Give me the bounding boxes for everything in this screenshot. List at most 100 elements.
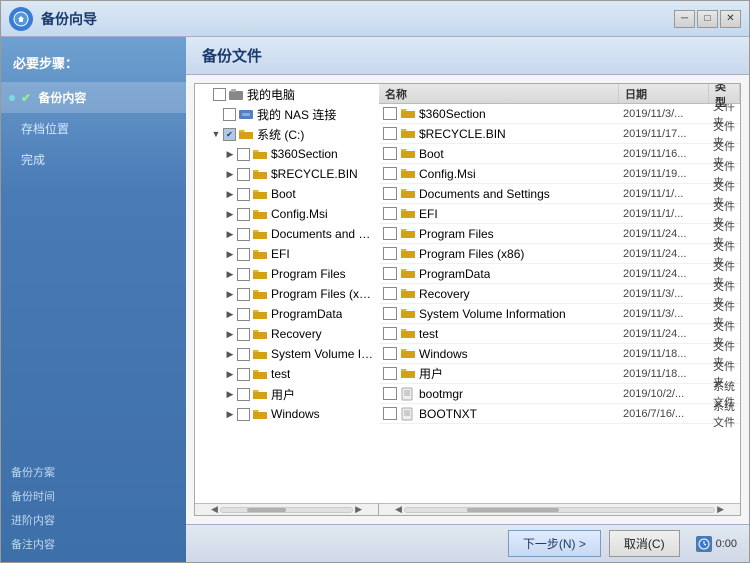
tree-item-recovery[interactable]: ▶Recovery [195, 324, 380, 344]
list-scroll-right-arrow[interactable]: ▶ [715, 504, 726, 515]
close-button[interactable]: ✕ [720, 10, 741, 28]
tree-checkbox[interactable] [237, 188, 250, 201]
expand-icon[interactable]: ▶ [223, 167, 237, 181]
sidebar-item-backup-content[interactable]: ✔ 备份内容 [1, 82, 186, 113]
list-checkbox[interactable] [383, 387, 397, 400]
list-row[interactable]: Documents and Settings2019/11/1/...文件夹 [379, 184, 740, 204]
sidebar-link-advanced[interactable]: 进阶内容 [11, 510, 176, 530]
list-checkbox[interactable] [383, 407, 397, 420]
maximize-button[interactable]: □ [697, 10, 718, 28]
expand-icon[interactable]: ▶ [223, 327, 237, 341]
tree-checkbox[interactable] [223, 108, 236, 121]
list-checkbox[interactable] [383, 227, 397, 240]
tree-checkbox[interactable] [237, 148, 250, 161]
expand-icon[interactable]: ▶ [223, 387, 237, 401]
tree-hscroll[interactable]: ◀ ▶ [195, 503, 378, 515]
expand-icon[interactable]: ▶ [223, 227, 237, 241]
expand-icon[interactable]: ▶ [223, 187, 237, 201]
tree-item-program-files-x86[interactable]: ▶Program Files (x86... [195, 284, 380, 304]
tree-item-nas[interactable]: 我的 NAS 连接 [195, 104, 380, 124]
list-checkbox[interactable] [383, 307, 397, 320]
sidebar-link-backup-time[interactable]: 备份时间 [11, 486, 176, 506]
list-checkbox[interactable] [383, 187, 397, 200]
tree-item-360section[interactable]: ▶$360Section [195, 144, 380, 164]
tree-item-windows[interactable]: ▶Windows [195, 404, 380, 424]
list-row[interactable]: Boot2019/11/16...文件夹 [379, 144, 740, 164]
tree-item-documents[interactable]: ▶Documents and Se... [195, 224, 380, 244]
list-checkbox[interactable] [383, 207, 397, 220]
list-checkbox[interactable] [383, 147, 397, 160]
list-checkbox[interactable] [383, 347, 397, 360]
list-row[interactable]: Config.Msi2019/11/19...文件夹 [379, 164, 740, 184]
tree-checkbox[interactable] [237, 208, 250, 221]
tree-item-system-volume[interactable]: ▶System Volume Infor... [195, 344, 380, 364]
expand-icon[interactable] [209, 107, 223, 121]
expand-icon[interactable]: ▶ [223, 407, 237, 421]
sidebar-link-backup-scheme[interactable]: 备份方案 [11, 462, 176, 482]
tree-item-efi[interactable]: ▶EFI [195, 244, 380, 264]
list-row[interactable]: $360Section2019/11/3/...文件夹 [379, 104, 740, 124]
list-row[interactable]: Recovery2019/11/3/...文件夹 [379, 284, 740, 304]
list-checkbox[interactable] [383, 267, 397, 280]
list-row[interactable]: BOOTNXT2016/7/16/...系统文件 [379, 404, 740, 424]
list-scroll-track[interactable] [404, 507, 715, 513]
expand-icon[interactable] [199, 87, 213, 101]
tree-item-recycle[interactable]: ▶$RECYCLE.BIN [195, 164, 380, 184]
expand-icon[interactable]: ▶ [223, 367, 237, 381]
list-row[interactable]: Program Files2019/11/24...文件夹 [379, 224, 740, 244]
scroll-right-arrow[interactable]: ▶ [353, 504, 364, 515]
list-row[interactable]: System Volume Information2019/11/3/...文件… [379, 304, 740, 324]
list-hscroll[interactable]: ◀ ▶ [379, 503, 740, 515]
tree-checkbox[interactable] [237, 248, 250, 261]
tree-item-boot[interactable]: ▶Boot [195, 184, 380, 204]
tree-checkbox[interactable]: ✔ [223, 128, 236, 141]
expand-icon[interactable]: ▼ [209, 127, 223, 141]
tree-item-system-c[interactable]: ▼✔系统 (C:) [195, 124, 380, 144]
list-row[interactable]: test2019/11/24...文件夹 [379, 324, 740, 344]
tree-checkbox[interactable] [237, 268, 250, 281]
sidebar-link-comment[interactable]: 备注内容 [11, 534, 176, 554]
tree-scroll-thumb[interactable] [247, 508, 286, 512]
tree-item-program-files[interactable]: ▶Program Files [195, 264, 380, 284]
next-button[interactable]: 下一步(N) > [508, 530, 601, 557]
list-checkbox[interactable] [383, 287, 397, 300]
tree-checkbox[interactable] [237, 408, 250, 421]
list-row[interactable]: EFI2019/11/1/...文件夹 [379, 204, 740, 224]
tree-checkbox[interactable] [237, 228, 250, 241]
tree-checkbox[interactable] [237, 328, 250, 341]
list-checkbox[interactable] [383, 327, 397, 340]
list-scroll-left-arrow[interactable]: ◀ [393, 504, 404, 515]
tree-checkbox[interactable] [237, 368, 250, 381]
list-row[interactable]: ProgramData2019/11/24...文件夹 [379, 264, 740, 284]
tree-item-config-msi[interactable]: ▶Config.Msi [195, 204, 380, 224]
list-checkbox[interactable] [383, 247, 397, 260]
sidebar-item-complete[interactable]: 完成 [1, 144, 186, 175]
list-row[interactable]: bootmgr2019/10/2/...系统文件 [379, 384, 740, 404]
tree-item-my-computer[interactable]: 我的电脑 [195, 84, 380, 104]
list-checkbox[interactable] [383, 107, 397, 120]
expand-icon[interactable]: ▶ [223, 247, 237, 261]
list-row[interactable]: Program Files (x86)2019/11/24...文件夹 [379, 244, 740, 264]
cancel-button[interactable]: 取消(C) [609, 530, 680, 557]
list-scroll-thumb[interactable] [467, 508, 560, 512]
expand-icon[interactable]: ▶ [223, 287, 237, 301]
list-checkbox[interactable] [383, 367, 397, 380]
tree-checkbox[interactable] [237, 348, 250, 361]
tree-checkbox[interactable] [237, 288, 250, 301]
tree-item-programdata[interactable]: ▶ProgramData [195, 304, 380, 324]
list-row[interactable]: Windows2019/11/18...文件夹 [379, 344, 740, 364]
expand-icon[interactable]: ▶ [223, 307, 237, 321]
list-row[interactable]: $RECYCLE.BIN2019/11/17...文件夹 [379, 124, 740, 144]
expand-icon[interactable]: ▶ [223, 347, 237, 361]
list-checkbox[interactable] [383, 127, 397, 140]
expand-icon[interactable]: ▶ [223, 147, 237, 161]
tree-item-test[interactable]: ▶test [195, 364, 380, 384]
expand-icon[interactable]: ▶ [223, 207, 237, 221]
tree-checkbox[interactable] [237, 168, 250, 181]
tree-item-users-tree[interactable]: ▶用户 [195, 384, 380, 404]
expand-icon[interactable]: ▶ [223, 267, 237, 281]
tree-scroll-track[interactable] [220, 507, 353, 513]
sidebar-item-storage-location[interactable]: 存档位置 [1, 113, 186, 144]
tree-checkbox[interactable] [237, 388, 250, 401]
minimize-button[interactable]: ─ [674, 10, 695, 28]
